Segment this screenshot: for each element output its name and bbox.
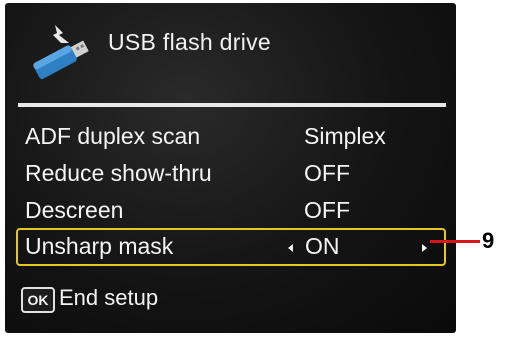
- setting-label: Descreen: [25, 197, 124, 223]
- ok-key-icon[interactable]: OK: [21, 287, 55, 313]
- setting-label: Unsharp mask: [25, 233, 174, 259]
- setting-label: Reduce show-thru: [25, 160, 212, 186]
- page-title: USB flash drive: [108, 29, 272, 55]
- arrow-right-icon[interactable]: [422, 244, 427, 252]
- setting-value: ON: [305, 233, 340, 259]
- setting-label: ADF duplex scan: [25, 123, 201, 149]
- setting-value: OFF: [304, 197, 350, 223]
- setting-row-adf-duplex-scan[interactable]: ADF duplex scan Simplex: [18, 119, 446, 155]
- setting-row-unsharp-mask[interactable]: Unsharp mask ON: [16, 228, 446, 266]
- callout-line: [430, 240, 480, 243]
- setting-row-reduce-show-thru[interactable]: Reduce show-thru OFF: [18, 156, 446, 192]
- arrow-left-icon[interactable]: [288, 244, 293, 252]
- printer-lcd-screen: USB flash drive ADF duplex scan Simplex …: [5, 3, 456, 333]
- ok-instruction-label: End setup: [59, 285, 159, 310]
- callout-number: 9: [482, 228, 495, 253]
- setting-value: Simplex: [304, 123, 386, 149]
- setting-value: OFF: [304, 160, 350, 186]
- usb-flash-drive-icon: [19, 21, 99, 81]
- setting-row-descreen[interactable]: Descreen OFF: [18, 193, 446, 229]
- header-divider: [18, 103, 446, 107]
